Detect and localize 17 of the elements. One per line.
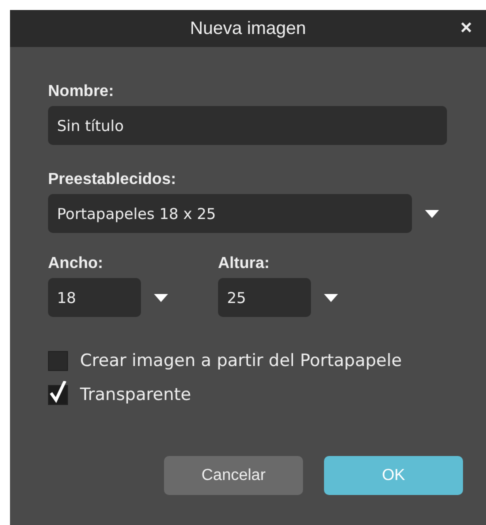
caret-icon[interactable] [154, 294, 168, 302]
size-field[interactable]: 18 [48, 278, 141, 317]
checkbox[interactable] [48, 351, 68, 371]
name-field[interactable]: Sin título [48, 106, 447, 145]
presets-dropdown[interactable]: Portapapeles 18 x 25 [48, 194, 412, 233]
caret-icon[interactable] [324, 294, 338, 302]
name-label: Nombre: [48, 83, 115, 101]
caret-icon[interactable] [425, 210, 439, 218]
size-label: Altura: [218, 255, 271, 273]
size-label: Ancho: [48, 255, 104, 273]
window-title: Nueva imagen [190, 18, 306, 39]
checkbox-label: Transparente [80, 385, 192, 405]
presets-label: Preestablecidos: [48, 171, 178, 189]
checkbox-label: Crear imagen a partir del Portapapele [80, 351, 402, 371]
close-button[interactable]: × [458, 17, 474, 39]
cancel-button[interactable]: Cancelar [164, 456, 303, 495]
size-field[interactable]: 25 [218, 278, 311, 317]
